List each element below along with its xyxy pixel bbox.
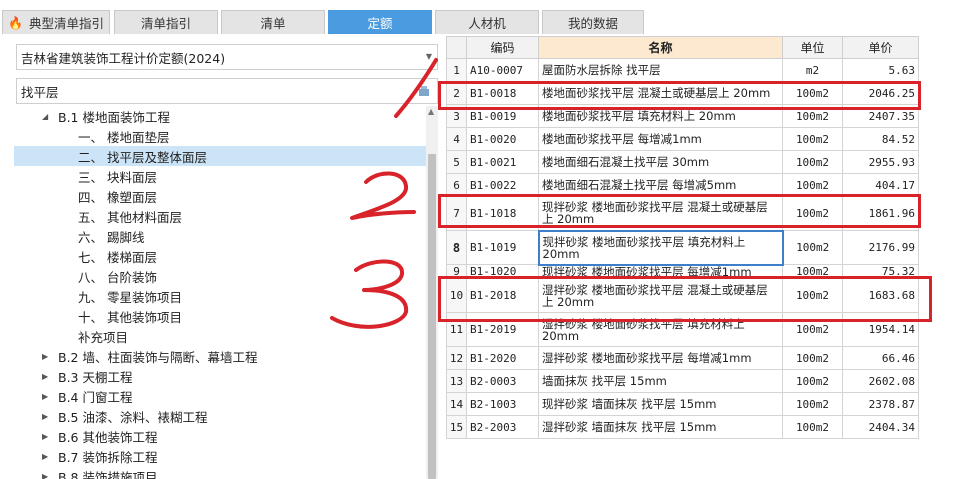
digit-three-mark	[330, 259, 409, 329]
digit-two-mark	[350, 171, 416, 220]
slash-mark	[394, 58, 438, 118]
handwriting-annotations	[330, 58, 438, 329]
